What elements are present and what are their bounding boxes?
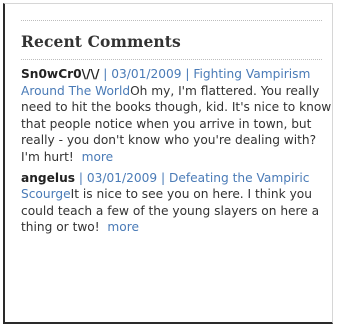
more-link[interactable]: more — [107, 220, 139, 234]
recent-comments-widget: Recent Comments Sn0wCr0\/\/ | 03/01/2009… — [3, 3, 333, 324]
comments-list: Sn0wCr0\/\/ | 03/01/2009 | Fighting Vamp… — [21, 66, 333, 240]
more-link[interactable]: more — [82, 150, 114, 164]
comment-separator: | — [99, 67, 112, 81]
top-divider — [21, 20, 322, 21]
comment-date-link[interactable]: 03/01/2009 | — [111, 67, 189, 81]
widget-title: Recent Comments — [21, 32, 181, 51]
comment-separator: | — [75, 170, 87, 185]
comment-date-link[interactable]: 03/01/2009 | — [87, 171, 165, 185]
title-divider — [21, 59, 322, 60]
comment-item: Sn0wCr0\/\/ | 03/01/2009 | Fighting Vamp… — [21, 66, 333, 166]
comment-author[interactable]: angelus — [21, 171, 75, 185]
comment-author[interactable]: Sn0wCr0\/\/ — [21, 67, 99, 81]
comment-item: angelus | 03/01/2009 | Defeating the Vam… — [21, 170, 333, 236]
